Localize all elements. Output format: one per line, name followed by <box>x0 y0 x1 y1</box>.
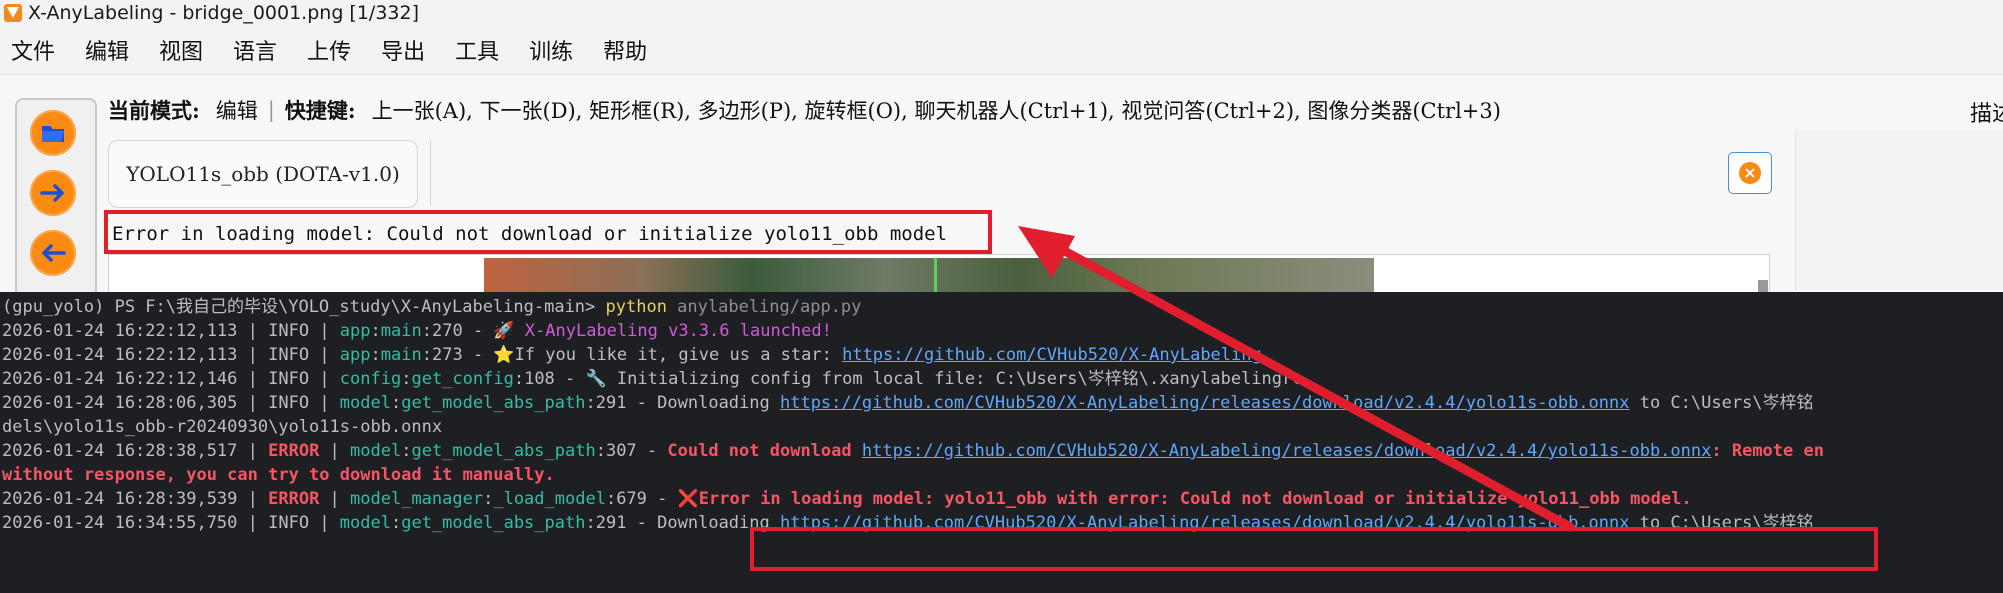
log-module: model <box>350 441 402 461</box>
menu-tools[interactable]: 工具 <box>455 34 499 66</box>
log-module: model <box>339 393 391 413</box>
log-link[interactable]: https://github.com/CVHub520/X-AnyLabelin… <box>862 441 1712 461</box>
folder-icon <box>42 126 64 142</box>
log-function: get_model_abs_path <box>411 441 596 461</box>
mode-value: 编辑 <box>215 99 258 123</box>
command-name: python <box>605 297 667 317</box>
log-message: 🔧 Initializing config from local file: C… <box>585 369 1303 389</box>
open-folder-button[interactable] <box>30 110 76 156</box>
model-selector[interactable]: YOLO11s_obb (DOTA-v1.0) <box>108 140 418 208</box>
log-timestamp: 2026-01-24 16:22:12,113 <box>2 321 238 341</box>
arrow-left-icon <box>42 244 66 262</box>
log-timestamp: 2026-01-24 16:28:39,539 <box>2 489 238 509</box>
log-level: INFO <box>268 393 310 413</box>
log-link[interactable]: https://github.com/CVHub520/X-AnyLabelin… <box>780 393 1630 413</box>
mode-separator: | <box>267 98 275 122</box>
log-module: model <box>339 513 391 533</box>
next-image-button[interactable] <box>30 170 76 216</box>
log-timestamp: 2026-01-24 16:34:55,750 <box>2 513 238 533</box>
menu-train[interactable]: 训练 <box>529 34 573 66</box>
log-link[interactable]: https://github.com/CVHub520/X-AnyLabelin… <box>842 345 1262 365</box>
log-line-number: 270 <box>431 321 463 341</box>
menu-language[interactable]: 语言 <box>233 34 277 66</box>
log-message: ⭐If you like it, give us a star: <box>493 345 843 365</box>
log-line-number: 679 <box>616 489 647 509</box>
menu-view[interactable]: 视图 <box>159 34 203 66</box>
log-message: Downloading <box>657 393 780 413</box>
command-args: anylabeling/app.py <box>666 297 862 317</box>
menu-file[interactable]: 文件 <box>11 34 55 66</box>
right-panel <box>1795 130 2003 290</box>
shortcut-label: 快捷键: <box>284 98 356 123</box>
log-function: get_model_abs_path <box>401 393 586 413</box>
shortcut-list: 上一张(A), 下一张(D), 矩形框(R), 多边形(P), 旋转框(O), … <box>371 99 1501 123</box>
log-message-tail: : Remote en <box>1711 441 1824 461</box>
canvas-image <box>484 258 1374 292</box>
mode-bar: 当前模式: 编辑 | 快捷键: 上一张(A), 下一张(D), 矩形框(R), … <box>108 92 1501 128</box>
log-level: INFO <box>268 369 310 389</box>
log-level: INFO <box>268 345 310 365</box>
log-message: Could not download <box>667 441 862 461</box>
log-function: _load_model <box>493 489 606 509</box>
log-level: ERROR <box>268 489 320 509</box>
menu-help[interactable]: 帮助 <box>603 34 647 66</box>
prev-image-button[interactable] <box>30 230 76 276</box>
menu-export[interactable]: 导出 <box>381 34 425 66</box>
log-module: app <box>339 345 371 365</box>
title-bar: X-AnyLabeling - bridge_0001.png [1/332] <box>0 0 2003 26</box>
log-timestamp: 2026-01-24 16:22:12,113 <box>2 345 238 365</box>
menu-upload[interactable]: 上传 <box>307 34 351 66</box>
log-module: config <box>339 369 402 389</box>
menu-edit[interactable]: 编辑 <box>85 34 129 66</box>
log-function: get_model_abs_path <box>401 513 586 533</box>
left-toolbar <box>15 98 97 302</box>
log-line-number: 307 <box>605 441 637 461</box>
log-line-number: 273 <box>431 345 463 365</box>
arrow-right-icon <box>40 184 64 202</box>
log-line-number: 291 <box>595 393 627 413</box>
unload-model-button[interactable]: × <box>1728 152 1772 194</box>
log-message-tail: to C:\Users\岑梓铭 <box>1629 393 1814 413</box>
mode-label: 当前模式: <box>108 98 200 123</box>
log-level: INFO <box>268 513 310 533</box>
log-function: main <box>380 321 422 341</box>
close-icon: × <box>1739 162 1761 184</box>
log-function: get_config <box>411 369 514 389</box>
log-timestamp: 2026-01-24 16:22:12,146 <box>2 369 238 389</box>
window-title: X-AnyLabeling - bridge_0001.png [1/332] <box>28 2 420 24</box>
log-timestamp: 2026-01-24 16:28:38,517 <box>2 441 238 461</box>
menu-bar: 文件 编辑 视图 语言 上传 导出 工具 训练 帮助 <box>0 30 2003 70</box>
annotation-box-terminal-error <box>750 527 1878 571</box>
description-panel-label: 描述 <box>1970 102 2003 127</box>
prompt-path: (gpu_yolo) PS F:\我自己的毕设\YOLO_study\X-Any… <box>2 297 606 317</box>
divider <box>430 140 431 206</box>
log-module: app <box>339 321 371 341</box>
app-logo-icon <box>4 4 22 22</box>
log-message: ❌Error in loading model: yolo11_obb with… <box>677 489 1692 509</box>
annotation-box-ui-error <box>104 210 992 254</box>
log-module: model_manager <box>350 489 484 509</box>
log-line-number: 291 <box>595 513 627 533</box>
log-timestamp: 2026-01-24 16:28:06,305 <box>2 393 238 413</box>
log-level: ERROR <box>268 441 320 461</box>
log-level: INFO <box>268 321 310 341</box>
log-line-number: 108 <box>524 369 555 389</box>
log-message: 🚀 X-AnyLabeling v3.3.6 launched! <box>493 321 832 341</box>
log-function: main <box>380 345 422 365</box>
